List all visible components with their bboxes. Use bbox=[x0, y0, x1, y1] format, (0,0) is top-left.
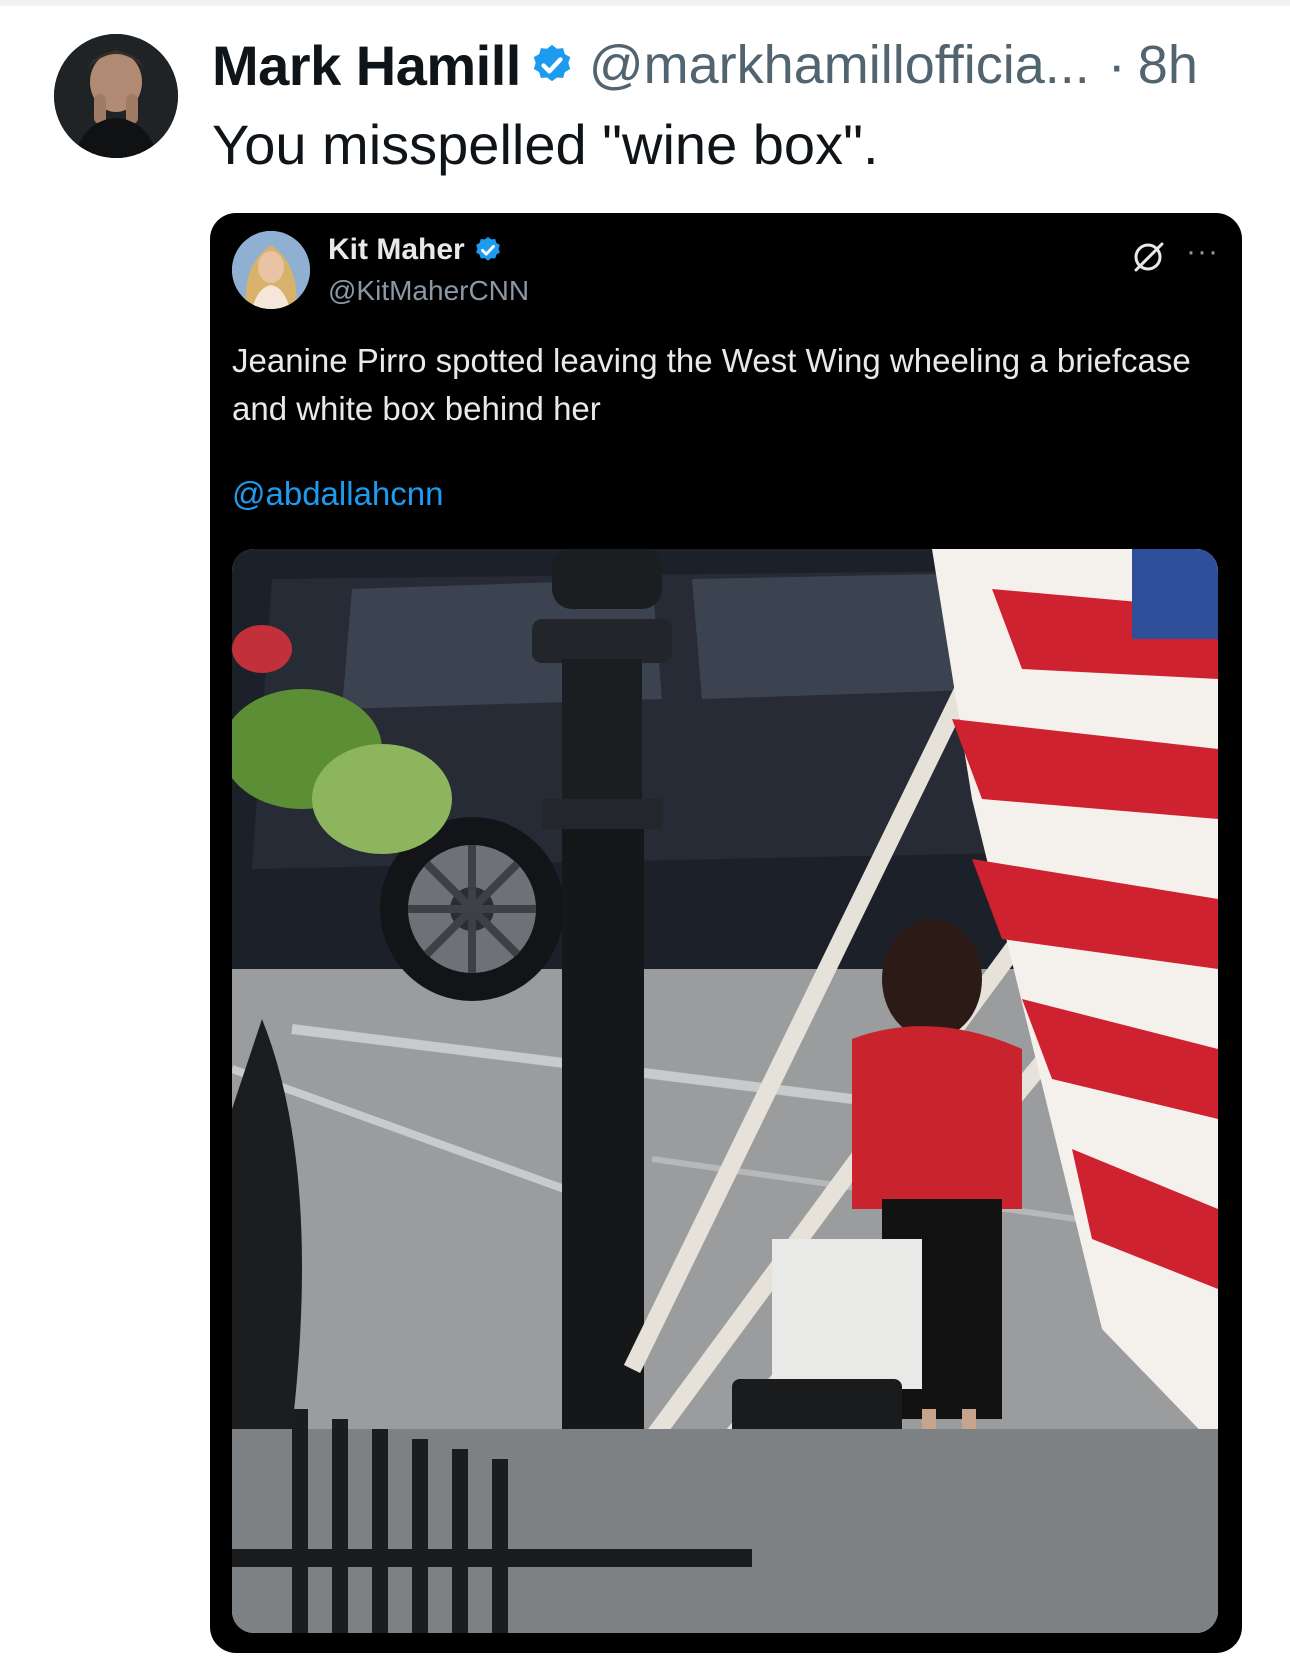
author-handle[interactable]: @markhamillofficia... bbox=[589, 34, 1090, 96]
quoted-tweet-card[interactable]: Kit Maher @KitMaherCNN ··· Jeanine Pirro… bbox=[210, 213, 1242, 1653]
author-name[interactable]: Mark Hamill bbox=[212, 33, 521, 98]
photo-scene bbox=[232, 549, 1218, 1633]
quoted-author-row: Kit Maher bbox=[328, 233, 503, 267]
separator-dot: · bbox=[1107, 35, 1126, 95]
more-icon[interactable]: ··· bbox=[1186, 235, 1219, 269]
tweet-text: You misspelled "wine box". bbox=[212, 113, 879, 176]
quoted-author-handle[interactable]: @KitMaherCNN bbox=[328, 275, 529, 307]
quoted-tweet-text: Jeanine Pirro spotted leaving the West W… bbox=[232, 342, 1191, 427]
quoted-author-name[interactable]: Kit Maher bbox=[328, 233, 465, 267]
grok-icon[interactable] bbox=[1128, 237, 1168, 277]
verified-badge-icon bbox=[533, 44, 571, 82]
tweet-header: Mark Hamill @markhamillofficia... · 8h bbox=[212, 30, 1272, 100]
mention-link[interactable]: @abdallahcnn bbox=[232, 475, 444, 513]
author-avatar[interactable] bbox=[54, 34, 178, 158]
tweet-timestamp[interactable]: 8h bbox=[1138, 34, 1198, 96]
top-divider bbox=[0, 0, 1290, 6]
quoted-tweet-photo[interactable] bbox=[232, 549, 1218, 1633]
quoted-author-avatar[interactable] bbox=[232, 231, 310, 309]
author-avatar-image bbox=[54, 34, 178, 158]
verified-badge-icon bbox=[475, 236, 500, 261]
quoted-author-avatar-image bbox=[232, 231, 310, 309]
